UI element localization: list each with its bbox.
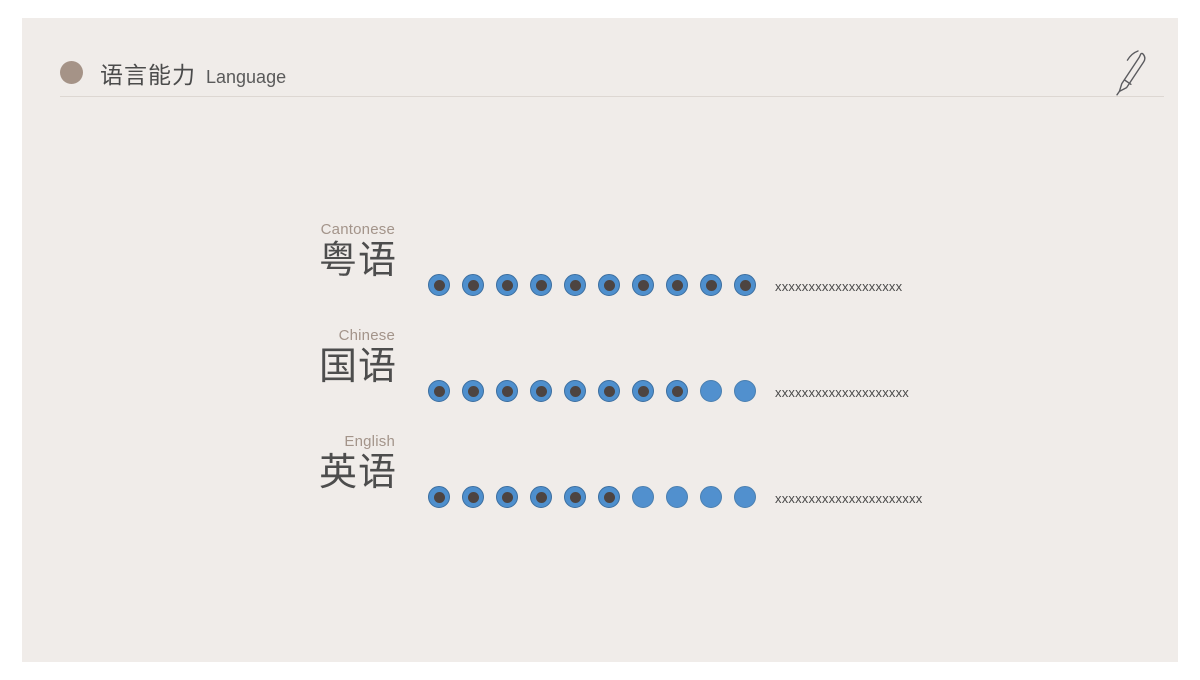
dot-empty	[734, 486, 756, 508]
dot-filled	[496, 380, 518, 402]
proficiency-dots	[428, 486, 756, 508]
language-row: English 英语 xxxxxxxxxxxxxxxxxxxxxx	[22, 434, 1178, 540]
dot-filled	[666, 274, 688, 296]
dot-filled	[462, 380, 484, 402]
dot-empty	[632, 486, 654, 508]
language-labels: Cantonese 粤语	[252, 222, 397, 283]
dot-filled	[496, 486, 518, 508]
dot-filled	[530, 274, 552, 296]
language-label-cn: 粤语	[318, 240, 397, 282]
language-note: xxxxxxxxxxxxxxxxxxx	[775, 279, 903, 294]
dot-filled	[428, 274, 450, 296]
pen-icon	[1112, 47, 1154, 99]
dot-empty	[666, 486, 688, 508]
language-rows: Cantonese 粤语 xxxxxxxxxxxxxxxxxxx Chinese…	[22, 222, 1178, 540]
dot-filled	[632, 274, 654, 296]
language-row: Chinese 国语 xxxxxxxxxxxxxxxxxxxx	[22, 328, 1178, 434]
dot-filled	[666, 380, 688, 402]
language-row: Cantonese 粤语 xxxxxxxxxxxxxxxxxxx	[22, 222, 1178, 328]
dot-empty	[700, 380, 722, 402]
slide-card: 语言能力 Language Cantonese 粤语 xxxxxxxxxxxxx…	[22, 18, 1178, 662]
language-note: xxxxxxxxxxxxxxxxxxxx	[775, 385, 909, 400]
header-divider	[60, 96, 1164, 97]
dot-empty	[700, 486, 722, 508]
language-label-en: Chinese	[338, 327, 395, 344]
language-label-cn: 英语	[318, 452, 397, 494]
language-label-cn: 国语	[318, 346, 397, 388]
language-labels: English 英语	[252, 434, 397, 495]
dot-filled	[700, 274, 722, 296]
proficiency-dots	[428, 274, 756, 296]
language-labels: Chinese 国语	[252, 328, 397, 389]
dot-filled	[428, 380, 450, 402]
page-title-cn: 语言能力	[100, 62, 196, 88]
dot-empty	[734, 380, 756, 402]
page-title: 语言能力 Language	[100, 56, 286, 90]
proficiency-dots	[428, 380, 756, 402]
dot-filled	[564, 380, 586, 402]
dot-filled	[632, 380, 654, 402]
dot-filled	[598, 486, 620, 508]
slide-header: 语言能力 Language	[60, 43, 1164, 98]
dot-filled	[598, 274, 620, 296]
dot-filled	[598, 380, 620, 402]
dot-filled	[530, 380, 552, 402]
dot-filled	[428, 486, 450, 508]
dot-filled	[564, 274, 586, 296]
dot-filled	[462, 274, 484, 296]
language-label-en: English	[344, 433, 395, 450]
dot-filled	[564, 486, 586, 508]
bullet-circle-icon	[60, 61, 83, 84]
dot-filled	[462, 486, 484, 508]
language-label-en: Cantonese	[320, 221, 395, 238]
dot-filled	[530, 486, 552, 508]
dot-filled	[496, 274, 518, 296]
page-title-en: Language	[206, 67, 287, 87]
language-note: xxxxxxxxxxxxxxxxxxxxxx	[775, 491, 923, 506]
dot-filled	[734, 274, 756, 296]
